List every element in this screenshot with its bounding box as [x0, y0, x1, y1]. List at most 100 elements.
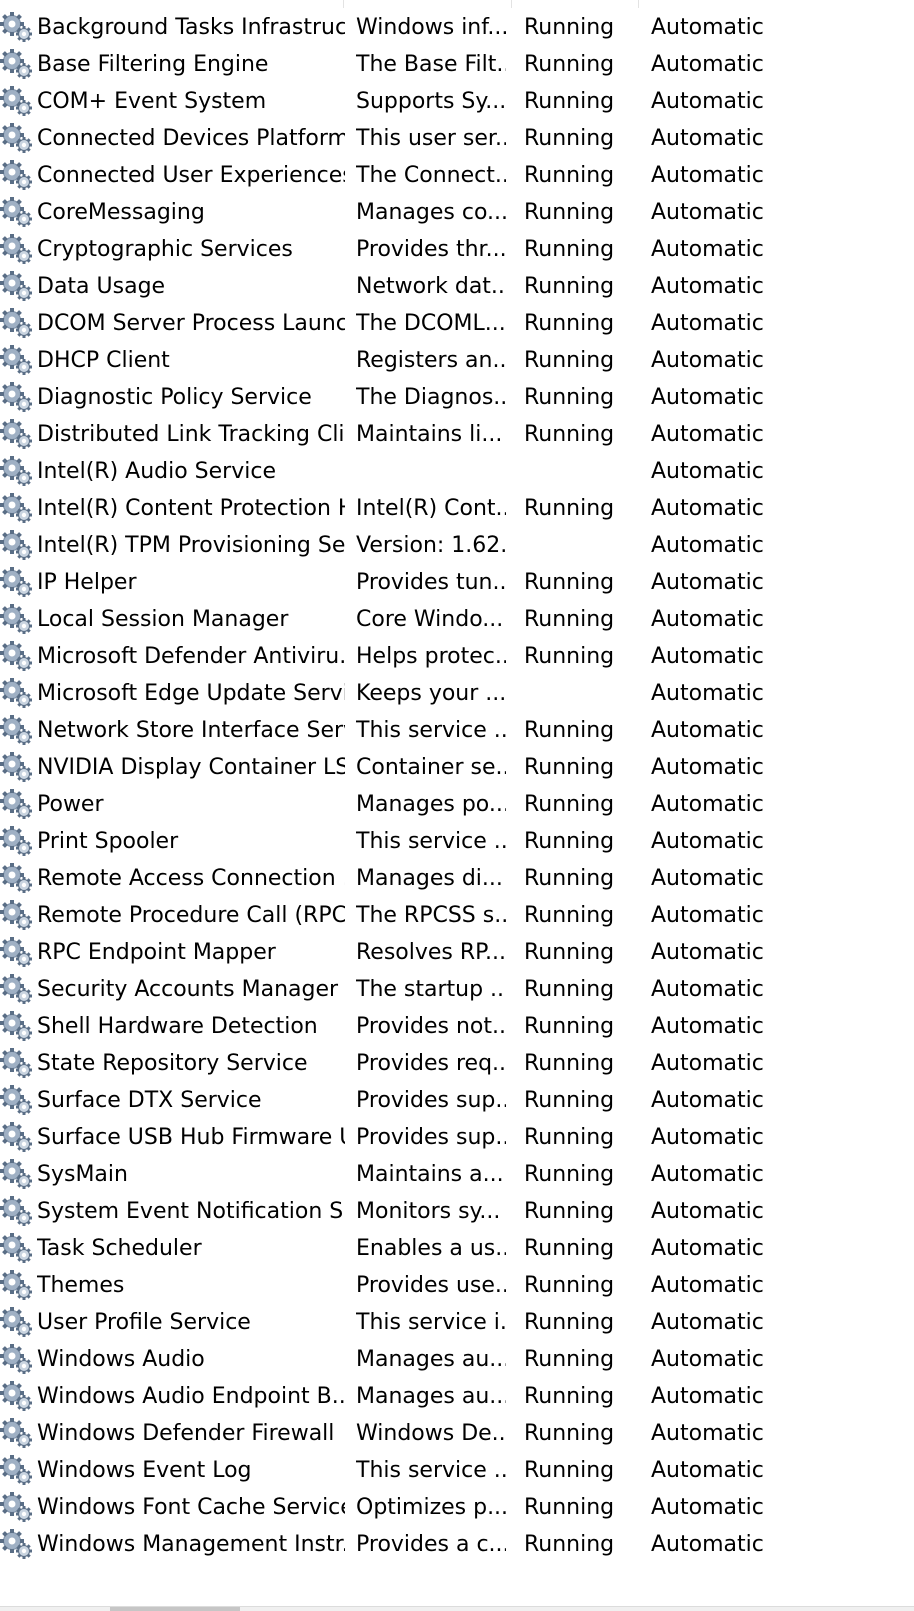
- service-row[interactable]: Print Spooler This service ... Running A…: [0, 823, 914, 860]
- service-startup-type: Automatic: [651, 1162, 764, 1187]
- service-name: NVIDIA Display Container LS: [37, 755, 345, 780]
- service-status: Running: [524, 385, 615, 410]
- service-status: Running: [524, 1236, 615, 1261]
- service-row[interactable]: DHCP Client Registers an... Running Auto…: [0, 342, 914, 379]
- service-row[interactable]: Base Filtering Engine The Base Filt... R…: [0, 46, 914, 83]
- service-status: Running: [524, 1347, 615, 1372]
- service-row[interactable]: Intel(R) Content Protection H... Intel(R…: [0, 490, 914, 527]
- service-row[interactable]: DCOM Server Process Launc... The DCOML..…: [0, 305, 914, 342]
- service-description: The Diagnos...: [356, 385, 506, 410]
- service-row[interactable]: Windows Management Instr... Provides a c…: [0, 1526, 914, 1563]
- gear-icon: [0, 974, 32, 1004]
- service-description: Supports Sy...: [356, 89, 506, 114]
- service-name: RPC Endpoint Mapper: [37, 940, 276, 965]
- service-row[interactable]: Distributed Link Tracking Cli... Maintai…: [0, 416, 914, 453]
- service-row[interactable]: Windows Font Cache Service Optimizes p..…: [0, 1489, 914, 1526]
- service-name: Surface DTX Service: [37, 1088, 262, 1113]
- service-row[interactable]: Themes Provides use... Running Automatic: [0, 1267, 914, 1304]
- service-name: Base Filtering Engine: [37, 52, 269, 77]
- service-name: System Event Notification S...: [37, 1199, 345, 1224]
- gear-icon: [0, 49, 32, 79]
- service-row[interactable]: Remote Access Connection ... Manages di.…: [0, 860, 914, 897]
- service-row[interactable]: Local Session Manager Core Windo... Runn…: [0, 601, 914, 638]
- service-row[interactable]: Diagnostic Policy Service The Diagnos...…: [0, 379, 914, 416]
- service-row[interactable]: Security Accounts Manager The startup ..…: [0, 971, 914, 1008]
- service-startup-type: Automatic: [651, 274, 764, 299]
- service-startup-type: Automatic: [651, 311, 764, 336]
- service-startup-type: Automatic: [651, 163, 764, 188]
- column-separator[interactable]: [511, 0, 512, 8]
- service-status: Running: [524, 163, 615, 188]
- gear-icon: [0, 1492, 32, 1522]
- service-row[interactable]: User Profile Service This service i... R…: [0, 1304, 914, 1341]
- service-description: Keeps your ...: [356, 681, 506, 706]
- service-name: Data Usage: [37, 274, 166, 299]
- gear-icon: [0, 530, 32, 560]
- service-description: Registers an...: [356, 348, 506, 373]
- column-separator[interactable]: [638, 0, 639, 8]
- service-status: Running: [524, 237, 615, 262]
- gear-icon: [0, 1381, 32, 1411]
- service-name: Microsoft Edge Update Servi...: [37, 681, 345, 706]
- column-separator[interactable]: [343, 0, 344, 8]
- service-row[interactable]: Remote Procedure Call (RPC) The RPCSS s.…: [0, 897, 914, 934]
- service-description: The DCOML...: [356, 311, 506, 336]
- service-startup-type: Automatic: [651, 126, 764, 151]
- service-name: Shell Hardware Detection: [37, 1014, 318, 1039]
- service-startup-type: Automatic: [651, 385, 764, 410]
- service-row[interactable]: RPC Endpoint Mapper Resolves RP... Runni…: [0, 934, 914, 971]
- service-row[interactable]: Background Tasks Infrastruc... Windows i…: [0, 9, 914, 46]
- service-row[interactable]: Windows Audio Manages au... Running Auto…: [0, 1341, 914, 1378]
- service-description: Manages co...: [356, 200, 506, 225]
- service-description: This service ...: [356, 718, 506, 743]
- service-row[interactable]: COM+ Event System Supports Sy... Running…: [0, 83, 914, 120]
- service-row[interactable]: Windows Defender Firewall Windows De... …: [0, 1415, 914, 1452]
- service-name: Background Tasks Infrastruc...: [37, 15, 345, 40]
- service-row[interactable]: Cryptographic Services Provides thr... R…: [0, 231, 914, 268]
- service-row[interactable]: Intel(R) Audio Service Automatic: [0, 453, 914, 490]
- service-status: Running: [524, 1532, 615, 1557]
- service-startup-type: Automatic: [651, 1014, 764, 1039]
- gear-icon: [0, 382, 32, 412]
- service-row[interactable]: System Event Notification S... Monitors …: [0, 1193, 914, 1230]
- service-row[interactable]: Task Scheduler Enables a us... Running A…: [0, 1230, 914, 1267]
- service-row[interactable]: Connected User Experiences ... The Conne…: [0, 157, 914, 194]
- service-status: Running: [524, 1495, 615, 1520]
- service-row[interactable]: Microsoft Defender Antiviru... Helps pro…: [0, 638, 914, 675]
- service-name: SysMain: [37, 1162, 128, 1187]
- gear-icon: [0, 937, 32, 967]
- service-name: Distributed Link Tracking Cli...: [37, 422, 345, 447]
- service-startup-type: Automatic: [651, 755, 764, 780]
- service-startup-type: Automatic: [651, 1421, 764, 1446]
- service-row[interactable]: Surface DTX Service Provides sup... Runn…: [0, 1082, 914, 1119]
- service-startup-type: Automatic: [651, 1458, 764, 1483]
- service-row[interactable]: Data Usage Network dat... Running Automa…: [0, 268, 914, 305]
- service-startup-type: Automatic: [651, 200, 764, 225]
- service-name: Network Store Interface Serv...: [37, 718, 345, 743]
- service-row[interactable]: IP Helper Provides tun... Running Automa…: [0, 564, 914, 601]
- service-description: The RPCSS s...: [356, 903, 506, 928]
- gear-icon: [0, 123, 32, 153]
- service-row[interactable]: Windows Event Log This service ... Runni…: [0, 1452, 914, 1489]
- service-row[interactable]: Power Manages po... Running Automatic: [0, 786, 914, 823]
- service-row[interactable]: Windows Audio Endpoint B... Manages au..…: [0, 1378, 914, 1415]
- service-row[interactable]: Network Store Interface Serv... This ser…: [0, 712, 914, 749]
- service-row[interactable]: CoreMessaging Manages co... Running Auto…: [0, 194, 914, 231]
- service-row[interactable]: NVIDIA Display Container LS Container se…: [0, 749, 914, 786]
- service-description: Provides not...: [356, 1014, 506, 1039]
- service-description: Helps protec...: [356, 644, 506, 669]
- service-startup-type: Automatic: [651, 718, 764, 743]
- gear-icon: [0, 900, 32, 930]
- service-row[interactable]: SysMain Maintains a... Running Automatic: [0, 1156, 914, 1193]
- service-status: Running: [524, 1199, 615, 1224]
- service-startup-type: Automatic: [651, 89, 764, 114]
- service-row[interactable]: State Repository Service Provides req...…: [0, 1045, 914, 1082]
- service-row[interactable]: Microsoft Edge Update Servi... Keeps you…: [0, 675, 914, 712]
- service-row[interactable]: Surface USB Hub Firmware U... Provides s…: [0, 1119, 914, 1156]
- service-startup-type: Automatic: [651, 1125, 764, 1150]
- horizontal-scrollbar[interactable]: [0, 1606, 914, 1611]
- service-row[interactable]: Connected Devices Platform ... This user…: [0, 120, 914, 157]
- scrollbar-thumb[interactable]: [110, 1607, 240, 1611]
- service-row[interactable]: Shell Hardware Detection Provides not...…: [0, 1008, 914, 1045]
- service-row[interactable]: Intel(R) TPM Provisioning Se... Version:…: [0, 527, 914, 564]
